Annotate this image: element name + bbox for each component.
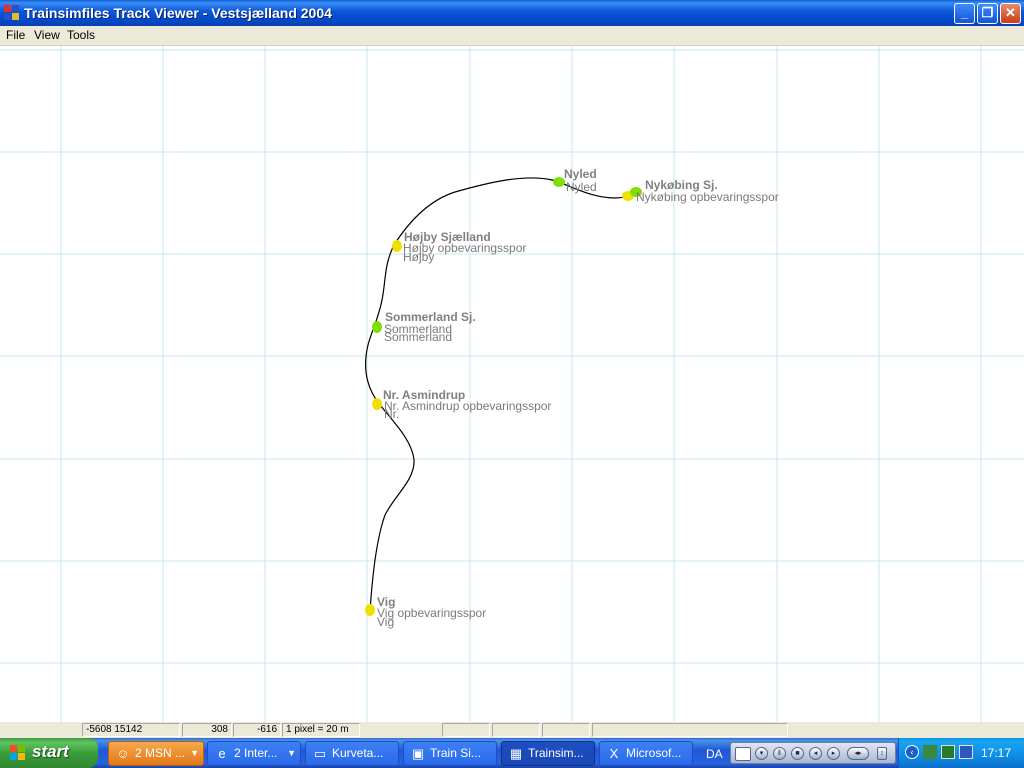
status-value-1: 308	[182, 723, 232, 737]
title-bar[interactable]: Trainsimfiles Track Viewer - Vestsjællan…	[0, 0, 1024, 26]
restore-player-icon[interactable]: ↕	[877, 747, 887, 760]
previous-icon[interactable]: ◂	[809, 747, 822, 760]
app-icon: ▦	[509, 746, 523, 761]
task-label: Kurveta...	[332, 746, 384, 760]
station-sublabel: Vig	[377, 615, 394, 629]
station-marker[interactable]	[365, 604, 375, 616]
task-train-sim[interactable]: ▣ Train Si...	[403, 741, 497, 766]
station-sublabel: Nr. Asmindrup opbevaringsspor	[384, 399, 551, 413]
start-button[interactable]: start	[0, 738, 98, 768]
windows-logo-icon	[10, 745, 26, 761]
station-marker[interactable]	[392, 240, 402, 252]
media-menu-icon[interactable]: ▾	[755, 747, 768, 760]
stop-icon[interactable]: ■	[791, 747, 804, 760]
grid	[0, 46, 1024, 722]
restore-button[interactable]: ❐	[977, 3, 998, 24]
station-sommerland[interactable]: Sommerland Sj. Sommerland Sommerland	[372, 310, 476, 344]
station-nyled[interactable]: Nyled Nyled	[553, 167, 597, 194]
status-coords: -5608 15142	[82, 723, 180, 737]
station-sublabel: Nykøbing opbevaringsspor	[636, 190, 779, 204]
folder-icon: ▭	[313, 746, 327, 761]
start-label: start	[32, 742, 69, 761]
media-toolbar[interactable]: ▾ ‖ ■ ◂ ▸ ◂▸ ↕	[730, 742, 896, 764]
menu-view[interactable]: View	[34, 28, 60, 42]
app-icon[interactable]	[4, 5, 20, 21]
status-empty-4	[592, 723, 788, 737]
tray-app-icon[interactable]	[941, 745, 955, 759]
group-arrow-icon: ▼	[190, 748, 199, 758]
task-kurveta[interactable]: ▭ Kurveta...	[305, 741, 399, 766]
task-label: 2 Inter...	[234, 746, 278, 760]
msn-icon: ☺	[116, 746, 130, 761]
display-icon[interactable]	[959, 745, 973, 759]
group-arrow-icon: ▼	[287, 748, 296, 758]
track-map[interactable]: Nyled Nyled Nykøbing Sj. Nykøbing opbeva…	[0, 46, 1024, 722]
task-label: Train Si...	[430, 746, 481, 760]
menu-bar: File View Tools	[0, 26, 1024, 46]
station-nykobing[interactable]: Nykøbing Sj. Nykøbing opbevaringsspor	[622, 178, 779, 204]
station-nr-asmindrup[interactable]: Nr. Asmindrup Nr. Asmindrup opbevaringss…	[372, 388, 551, 421]
language-indicator[interactable]: DA	[706, 747, 723, 761]
media-player-icon[interactable]	[735, 747, 751, 761]
task-label: 2 MSN ...	[135, 746, 186, 760]
status-bar: -5608 15142 308 -616 1 pixel = 20 m	[0, 722, 1024, 738]
station-label: Nyled	[564, 167, 597, 181]
station-hojby[interactable]: Højby Sjælland Højby opbevaringsspor Høj…	[392, 230, 526, 264]
network-icon[interactable]	[923, 745, 937, 759]
task-msn[interactable]: ☺ 2 MSN ... ▼	[108, 741, 204, 766]
clock[interactable]: 17:17	[981, 746, 1011, 760]
task-label: Trainsim...	[528, 746, 584, 760]
station-sublabel: Nyled	[566, 180, 597, 194]
minimize-button[interactable]: _	[954, 3, 975, 24]
station-sublabel: Højby	[403, 250, 434, 264]
station-marker[interactable]	[372, 321, 382, 333]
menu-file[interactable]: File	[6, 28, 25, 42]
show-hidden-icons-icon[interactable]: ‹	[905, 745, 919, 759]
menu-tools[interactable]: Tools	[67, 28, 95, 42]
station-sublabel: Nr.	[384, 407, 399, 421]
close-button[interactable]: ✕	[1000, 3, 1021, 24]
status-value-2: -616	[233, 723, 281, 737]
station-marker[interactable]	[372, 398, 382, 410]
excel-icon: X	[609, 746, 619, 761]
status-empty-1	[442, 723, 490, 737]
task-label: Microsof...	[626, 746, 682, 760]
taskbar: start ☺ 2 MSN ... ▼ e 2 Inter... ▼ ▭ Kur…	[0, 738, 1024, 768]
status-empty-2	[492, 723, 540, 737]
next-icon[interactable]: ▸	[827, 747, 840, 760]
station-sublabel: Sommerland	[384, 330, 452, 344]
track-map-canvas[interactable]: Nyled Nyled Nykøbing Sj. Nykøbing opbeva…	[0, 46, 1024, 722]
window-title: Trainsimfiles Track Viewer - Vestsjællan…	[24, 5, 332, 21]
volume-icon[interactable]: ◂▸	[847, 747, 869, 760]
task-internet-explorer[interactable]: e 2 Inter... ▼	[207, 741, 301, 766]
status-scale: 1 pixel = 20 m	[282, 723, 360, 737]
status-empty-3	[542, 723, 590, 737]
station-vig[interactable]: Vig Vig opbevaringsspor Vig	[365, 595, 486, 629]
ie-icon: e	[218, 746, 226, 761]
train-icon: ▣	[411, 746, 425, 761]
pause-icon[interactable]: ‖	[773, 747, 786, 760]
task-microsoft-excel[interactable]: X Microsof...	[599, 741, 693, 766]
task-trainsim-viewer[interactable]: ▦ Trainsim...	[501, 741, 595, 766]
system-tray: ‹ 17:17	[898, 738, 1024, 768]
